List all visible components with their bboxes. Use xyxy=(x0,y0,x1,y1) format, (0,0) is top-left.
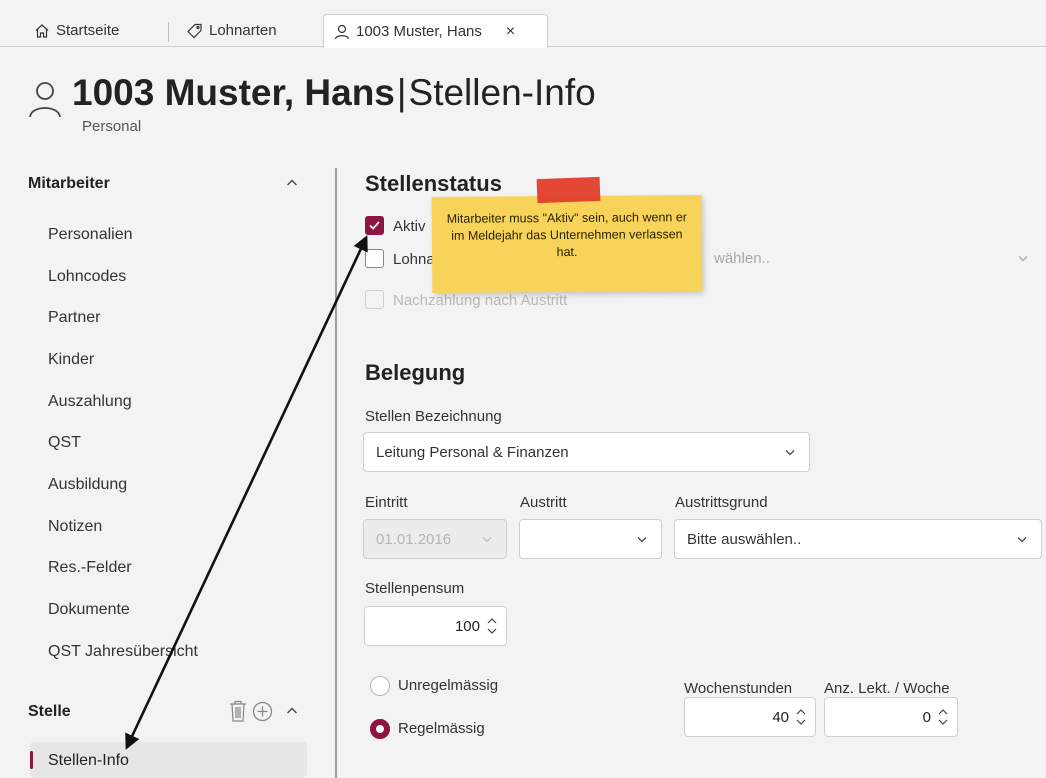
eintritt-label: Eintritt xyxy=(365,494,408,511)
sidebar-item-lohncodes[interactable]: Lohncodes xyxy=(48,268,126,286)
aktiv-checkbox[interactable] xyxy=(365,216,384,235)
page-title-name: 1003 Muster, Hans xyxy=(72,72,395,113)
lohn-checkbox[interactable] xyxy=(365,249,384,268)
chevron-down-icon xyxy=(637,537,647,543)
vertical-divider xyxy=(335,168,337,778)
austrittsgrund-value: Bitte auswählen.. xyxy=(687,530,802,548)
tab-label: 1003 Muster, Hans xyxy=(356,23,482,40)
aktiv-label: Aktiv xyxy=(393,218,426,235)
tab-lohnarten[interactable]: Lohnarten xyxy=(176,14,287,47)
sidebar-item-qst-jahresuebersicht[interactable]: QST Jahresübersicht xyxy=(48,643,198,661)
tab-label: Lohnarten xyxy=(209,22,277,39)
add-circle-icon[interactable] xyxy=(252,701,273,726)
regelmaessig-label: Regelmässig xyxy=(398,720,485,737)
chevron-down-icon xyxy=(785,450,795,456)
page-title: 1003 Muster, Hans|Stellen-Info xyxy=(72,70,596,116)
chevron-down-icon xyxy=(482,537,492,543)
section-title-stellenstatus: Stellenstatus xyxy=(365,171,502,196)
tab-person[interactable]: 1003 Muster, Hans × xyxy=(323,14,548,48)
sidebar-section-stelle: Stelle xyxy=(28,703,71,720)
chevron-up-icon[interactable] xyxy=(285,176,299,194)
austritt-label: Austritt xyxy=(520,494,567,511)
tab-separator xyxy=(168,22,169,42)
wochenstunden-label: Wochenstunden xyxy=(684,680,793,697)
lektionen-stepper[interactable]: 0 xyxy=(824,697,958,737)
tab-startseite[interactable]: Startseite xyxy=(24,14,129,47)
sidebar-item-dokumente[interactable]: Dokumente xyxy=(48,601,130,619)
sidebar-item-res-felder[interactable]: Res.-Felder xyxy=(48,559,132,577)
chevron-up-icon[interactable] xyxy=(285,704,299,722)
tab-label: Startseite xyxy=(56,22,120,39)
stellenpensum-stepper[interactable]: 100 xyxy=(364,606,507,646)
stepper-arrows-icon[interactable] xyxy=(486,615,498,637)
stepper-arrows-icon[interactable] xyxy=(937,706,949,728)
page-subtitle: Personal xyxy=(82,118,142,135)
sidebar-item-auszahlung[interactable]: Auszahlung xyxy=(48,393,132,411)
tag-icon xyxy=(186,23,203,39)
stellenpensum-value: 100 xyxy=(454,617,480,635)
lohn-label: Lohna xyxy=(393,251,435,268)
home-icon xyxy=(34,23,50,39)
page-title-section: Stellen-Info xyxy=(408,72,596,113)
unregelmaessig-label: Unregelmässig xyxy=(398,677,499,694)
checkmark-icon xyxy=(369,221,380,230)
nachzahlung-checkbox[interactable] xyxy=(365,290,384,309)
sticky-note: Mitarbeiter muss "Aktiv" sein, auch wenn… xyxy=(431,195,703,293)
lektionen-value: 0 xyxy=(922,708,931,726)
section-title-belegung: Belegung xyxy=(365,360,466,385)
austritt-date-field[interactable] xyxy=(519,519,662,559)
stellen-bezeichnung-value: Leitung Personal & Finanzen xyxy=(376,443,569,461)
stellen-bezeichnung-select[interactable]: Leitung Personal & Finanzen xyxy=(363,432,810,472)
sidebar-item-stellen-info[interactable]: Stellen-Info xyxy=(30,742,307,778)
regelmaessig-radio[interactable] xyxy=(370,719,390,739)
chevron-down-icon xyxy=(1018,256,1028,262)
sidebar-item-personalien[interactable]: Personalien xyxy=(48,226,133,244)
sidebar-item-kinder[interactable]: Kinder xyxy=(48,351,94,369)
sidebar-section-mitarbeiter: Mitarbeiter xyxy=(28,175,110,192)
title-separator: | xyxy=(396,72,407,113)
eintritt-value: 01.01.2016 xyxy=(376,530,452,548)
annotation-arrow xyxy=(125,235,368,750)
bezeichnung-label: Stellen Bezeichnung xyxy=(365,408,502,425)
sidebar-item-partner[interactable]: Partner xyxy=(48,309,100,327)
unregelmaessig-radio[interactable] xyxy=(370,676,390,696)
chevron-down-icon xyxy=(1017,537,1027,543)
sidebar-item-notizen[interactable]: Notizen xyxy=(48,518,102,536)
selection-indicator xyxy=(30,751,33,769)
trash-icon[interactable] xyxy=(229,700,247,726)
eintritt-date-field[interactable]: 01.01.2016 xyxy=(363,519,507,559)
stepper-arrows-icon[interactable] xyxy=(795,706,807,728)
lektionen-label: Anz. Lekt. / Woche xyxy=(824,680,950,697)
wochenstunden-value: 40 xyxy=(772,708,789,726)
tape-strip xyxy=(536,176,601,204)
austrittsgrund-select[interactable]: Bitte auswählen.. xyxy=(674,519,1042,559)
wochenstunden-stepper[interactable]: 40 xyxy=(684,697,816,737)
sidebar-item-label: Stellen-Info xyxy=(48,752,129,769)
person-icon xyxy=(334,24,350,40)
sticky-note-text: Mitarbeiter muss "Aktiv" sein, auch wenn… xyxy=(446,210,687,260)
stellenpensum-label: Stellenpensum xyxy=(365,580,465,597)
person-icon xyxy=(28,80,62,122)
sidebar-item-qst[interactable]: QST xyxy=(48,434,81,452)
austrittsgrund-label: Austrittsgrund xyxy=(675,494,768,511)
sidebar-item-ausbildung[interactable]: Ausbildung xyxy=(48,476,127,494)
lohn-select-value: wählen.. xyxy=(714,249,770,267)
nachzahlung-label: Nachzahlung nach Austritt xyxy=(393,292,568,309)
close-icon[interactable]: × xyxy=(506,23,515,41)
lohn-select[interactable]: wählen.. xyxy=(660,238,1042,278)
